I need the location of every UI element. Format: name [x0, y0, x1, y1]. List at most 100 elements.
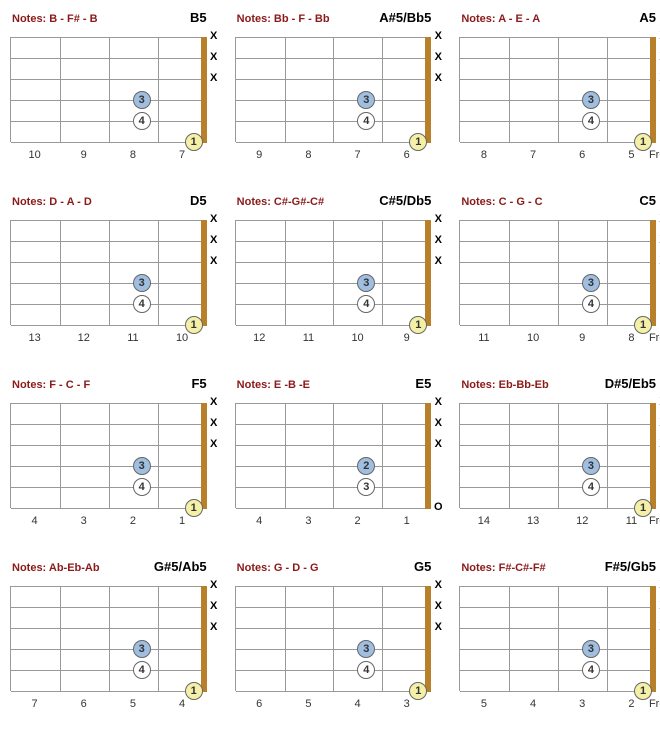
- fret-numbers: 6543: [235, 698, 432, 712]
- chord-header: Notes: Eb-Bb-EbD#5/Eb5: [459, 376, 660, 391]
- mute-icon: X: [209, 417, 219, 429]
- fret-number: 8: [628, 332, 634, 344]
- chord-diagram: Notes: D - A - DD5XXX43113121110: [10, 193, 221, 346]
- finger-marker: 4: [582, 295, 600, 313]
- chord-header: Notes: Ab-Eb-Ab G#5/Ab5: [10, 559, 221, 574]
- chord-diagram: Notes: A - E - AA5XXX4318765Frets: [459, 10, 660, 163]
- fret-number: 14: [478, 515, 490, 527]
- notes-label: Notes: B - F# - B: [12, 13, 98, 25]
- fretboard: XXXO324321: [235, 397, 446, 529]
- chord-name: C#5/Db5: [379, 193, 431, 208]
- finger-number: 1: [640, 136, 646, 148]
- fret-line: [509, 586, 510, 692]
- chord-diagram: Notes: F - C - FF5XXX4314321: [10, 376, 221, 529]
- fret-number: 6: [404, 149, 410, 161]
- finger-number: 1: [415, 685, 421, 697]
- finger-number: 1: [415, 136, 421, 148]
- fret-number: 9: [404, 332, 410, 344]
- fret-number: 10: [527, 332, 539, 344]
- fret-number: 2: [130, 515, 136, 527]
- fret-number: 13: [527, 515, 539, 527]
- finger-marker: 3: [133, 457, 151, 475]
- fret-numbers: 14 13 12 11: [459, 515, 656, 529]
- fret-number: 1: [404, 515, 410, 527]
- fret-line: [509, 37, 510, 143]
- fret-number: 7: [355, 149, 361, 161]
- fret-number: 10: [176, 332, 188, 344]
- fretboard: XXX431111098Frets: [459, 214, 660, 346]
- frets-axis-label: Frets: [649, 515, 660, 527]
- finger-number: 1: [191, 502, 197, 514]
- fret-numbers: 10987: [10, 149, 207, 163]
- fretboard: XXX43113121110: [10, 214, 221, 346]
- fret-number: 3: [305, 515, 311, 527]
- finger-number: 3: [363, 481, 369, 493]
- finger-marker: 3: [133, 640, 151, 658]
- notes-label: Notes: Bb - F - Bb: [237, 13, 330, 25]
- fret-line: [509, 403, 510, 509]
- mute-icon: X: [433, 438, 443, 450]
- fret-line: [109, 403, 110, 509]
- mute-icon: X: [433, 255, 443, 267]
- chord-name: G#5/Ab5: [154, 559, 207, 574]
- chord-name: G5: [414, 559, 431, 574]
- fret-number: 3: [81, 515, 87, 527]
- fret-line: [285, 37, 286, 143]
- fret-number: 4: [256, 515, 262, 527]
- fret-number: 1: [179, 515, 185, 527]
- notes-label: Notes: G - D - G: [237, 562, 319, 574]
- fret-line: [558, 586, 559, 692]
- chord-header: Notes: B - F# - BB5: [10, 10, 221, 25]
- open-string-icon: O: [433, 501, 443, 513]
- frets-axis-label: Frets: [649, 698, 660, 710]
- fret-number: 12: [78, 332, 90, 344]
- chord-header: Notes: F#-C#-F#F#5/Gb5: [459, 559, 660, 574]
- fret-number: 12: [576, 515, 588, 527]
- notes-label: Notes: F - C - F: [12, 379, 90, 391]
- fret-numbers: 5432: [459, 698, 656, 712]
- chord-name: D5: [190, 193, 207, 208]
- fret-line: [382, 220, 383, 326]
- nut-bar: [650, 220, 656, 326]
- nut-bar: [425, 586, 431, 692]
- mute-icon: X: [209, 600, 219, 612]
- fret-line: [509, 220, 510, 326]
- finger-number: 1: [640, 319, 646, 331]
- chord-header: Notes: Bb - F - BbA#5/Bb5: [235, 10, 446, 25]
- nut-bar: [650, 37, 656, 143]
- finger-number: 3: [588, 277, 594, 289]
- notes-label: Notes: Ab-Eb-Ab: [12, 562, 100, 574]
- fret-number: 9: [579, 332, 585, 344]
- fret-numbers: 111098: [459, 332, 656, 346]
- fret-numbers: 9876: [235, 149, 432, 163]
- fret-line: [60, 220, 61, 326]
- mute-icon: X: [209, 30, 219, 42]
- finger-number: 4: [139, 481, 145, 493]
- fret-number: 8: [481, 149, 487, 161]
- finger-number: 4: [588, 481, 594, 493]
- chord-header: Notes: G - D - G G5: [235, 559, 446, 574]
- chord-name: E5: [415, 376, 431, 391]
- finger-number: 1: [191, 319, 197, 331]
- nut-bar: [650, 403, 656, 509]
- finger-marker: 3: [133, 91, 151, 109]
- fretboard: XXX4318765Frets: [459, 31, 660, 163]
- fret-line: [607, 403, 608, 509]
- fretboard: XXX4311211109: [235, 214, 446, 346]
- fret-line: [558, 220, 559, 326]
- fret-line: [60, 37, 61, 143]
- mute-icon: X: [433, 213, 443, 225]
- fret-line: [382, 403, 383, 509]
- chord-header: Notes: F - C - FF5: [10, 376, 221, 391]
- finger-number: 4: [588, 298, 594, 310]
- fret-number: 11: [626, 515, 637, 527]
- chord-diagram: Notes: C#-G#-C#C#5/Db5XXX4311211109: [235, 193, 446, 346]
- finger-marker: 4: [582, 478, 600, 496]
- fret-number: 10: [28, 149, 40, 161]
- frets-axis-label: Frets: [649, 149, 660, 161]
- mute-icon: X: [209, 51, 219, 63]
- fretboard: XXX43110987: [10, 31, 221, 163]
- fret-numbers: 4321: [235, 515, 432, 529]
- fret-number: 5: [130, 698, 136, 710]
- fret-number: 13: [28, 332, 40, 344]
